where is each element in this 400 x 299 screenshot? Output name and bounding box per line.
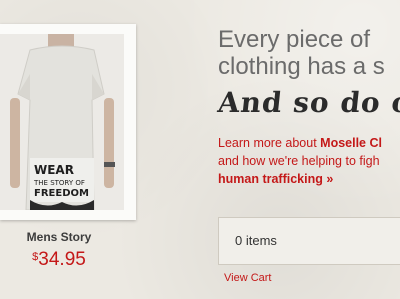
brand-link[interactable]: Moselle Cl (320, 136, 382, 150)
human-trafficking-link[interactable]: human trafficking » (218, 172, 333, 186)
price-currency: $ (32, 251, 39, 263)
hero-tagline: Every piece of clothing has a s (218, 26, 385, 80)
product-name[interactable]: Mens Story (0, 230, 118, 244)
product-photo[interactable]: WEAR THE STORY OF FREEDOM (0, 34, 124, 210)
learn-more-line-1: Learn more about Moselle Cl (218, 134, 382, 152)
view-cart-link[interactable]: View Cart (224, 272, 271, 284)
tagline-line-1: Every piece of (218, 26, 371, 53)
learn-more-line-2: and how we're helping to figh (218, 154, 380, 168)
tshirt-model-image: WEAR THE STORY OF FREEDOM (0, 34, 124, 210)
product-price: $34.95 (0, 249, 118, 271)
cart-summary: 0 items (218, 217, 400, 265)
svg-text:FREEDOM: FREEDOM (34, 188, 89, 199)
price-amount: 34.95 (38, 249, 86, 270)
cart-item-count: 0 items (235, 233, 277, 248)
hero-script-heading: And so do o (216, 86, 400, 119)
tagline-line-2: clothing has a s (218, 53, 385, 80)
learn-more-text: Learn more about Moselle Cl and how we'r… (218, 134, 382, 188)
product-card[interactable]: WEAR THE STORY OF FREEDOM (0, 24, 136, 220)
svg-text:WEAR: WEAR (34, 163, 74, 177)
svg-text:THE STORY OF: THE STORY OF (33, 179, 85, 187)
learn-prefix: Learn more about (218, 136, 321, 150)
